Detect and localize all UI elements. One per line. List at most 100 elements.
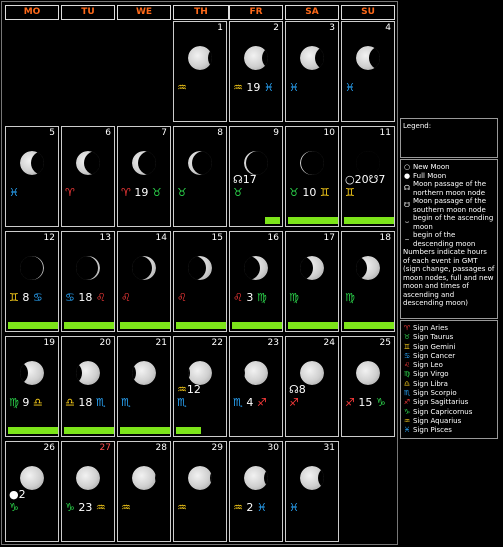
sign-event-label: ♈ [65, 186, 75, 199]
legend-sign: ♈ Sign Aries [403, 324, 495, 333]
day-number: 20 [99, 338, 111, 348]
day-number: 31 [323, 443, 335, 453]
day-number: 16 [267, 233, 279, 243]
sign-event-label: ♎ 18 ♏ [65, 396, 106, 409]
legend-item: ● Full Moon [403, 172, 495, 181]
sign-event-label: ♈ 19 ♉ [121, 186, 162, 199]
day-cell-10[interactable]: 10 ♉ 10 ♊ [285, 126, 339, 227]
zodiac-sign-icon: ♏ [403, 389, 411, 398]
day-number: 5 [49, 128, 55, 138]
legend-sign: ♓ Sign Pisces [403, 426, 495, 435]
day-cell-29[interactable]: 29 ♒ [173, 441, 227, 542]
moon-phase-icon [20, 151, 44, 175]
day-cell-25[interactable]: 25 ♐ 15 ♑ [341, 336, 395, 437]
day-cell-11[interactable]: 11 ○20☋7 ♊ [341, 126, 395, 227]
day-cell-18[interactable]: 18 ♍ [341, 231, 395, 332]
day-cell-9[interactable]: 9 ☊17 ♉ [229, 126, 283, 227]
day-number: 11 [379, 128, 391, 138]
ascending-moon-bar [176, 427, 201, 434]
day-cell-7[interactable]: 7 ♈ 19 ♉ [117, 126, 171, 227]
legend-sign-label: Sign Scorpio [413, 389, 457, 398]
day-cell-21[interactable]: 21 ♏ [117, 336, 171, 437]
day-cell-20[interactable]: 20 ♎ 18 ♏ [61, 336, 115, 437]
day-cell-26[interactable]: 26 ●2 ♑ [5, 441, 59, 542]
legend-item: ☊ Moon passage of the northern moon node [403, 180, 495, 197]
day-cell-3[interactable]: 3 ♓ [285, 21, 339, 122]
weekday-we: WE [117, 5, 171, 20]
legend-symbol-icon: ☊ [403, 184, 411, 193]
legend-sign-label: Sign Capricornus [413, 407, 473, 416]
day-cell-12[interactable]: 12 ♊ 8 ♋ [5, 231, 59, 332]
day-cell-14[interactable]: 14 ♌ [117, 231, 171, 332]
weekday-th: TH [173, 5, 229, 20]
sign-event-label: ♐ 15 ♑ [345, 396, 386, 409]
sign-event-label: ♑ [9, 501, 19, 514]
sign-event-label: ♍ [289, 291, 299, 304]
legend-sign: ♌ Sign Leo [403, 361, 495, 370]
day-number: 15 [211, 233, 223, 243]
day-cell-19[interactable]: 19 ♍ 9 ♎ [5, 336, 59, 437]
zodiac-sign-icon: ♎ [403, 379, 411, 388]
day-cell-1[interactable]: 1 ♒ [173, 21, 227, 122]
ascending-moon-bar [176, 322, 226, 329]
day-cell-15[interactable]: 15 ♌ [173, 231, 227, 332]
day-number: 9 [273, 128, 279, 138]
legend-symbol-icon: ☋ [403, 201, 411, 210]
day-cell-31[interactable]: 31 ♓ [285, 441, 339, 542]
weekday-mo: MO [5, 5, 59, 20]
day-cell-24[interactable]: 24 ☊8 ♐ [285, 336, 339, 437]
moon-phase-icon [300, 46, 324, 70]
day-cell-13[interactable]: 13 ♋ 18 ♌ [61, 231, 115, 332]
day-cell-16[interactable]: 16 ♌ 3 ♍ [229, 231, 283, 332]
moon-phase-icon [76, 151, 100, 175]
zodiac-sign-icon: ♓ [403, 426, 411, 435]
sign-event-label: ♏ [121, 396, 131, 409]
day-cell-28[interactable]: 28 ♒ [117, 441, 171, 542]
sign-event-label: ♒ 19 ♓ [233, 81, 274, 94]
sign-event-label: ♒ [121, 501, 131, 514]
sign-event-label: ♒ 2 ♓ [233, 501, 267, 514]
moon-phase-icon [132, 151, 156, 175]
moon-phase-icon [132, 256, 156, 280]
day-number: 26 [43, 443, 55, 453]
day-number: 8 [217, 128, 223, 138]
sign-event-label: ♉ [177, 186, 187, 199]
day-cell-23[interactable]: 23 ♏ 4 ♐ [229, 336, 283, 437]
moon-phase-icon [132, 361, 156, 385]
legend-sign-label: Sign Leo [413, 361, 443, 370]
legend-symbol-icon: ⌣ [404, 218, 410, 227]
day-number: 25 [379, 338, 391, 348]
day-cell-17[interactable]: 17 ♍ [285, 231, 339, 332]
day-cell-4[interactable]: 4 ♓ [341, 21, 395, 122]
ascending-moon-bar [64, 427, 114, 434]
sign-event-label: ♏ 4 ♐ [233, 396, 267, 409]
day-number: 3 [329, 23, 335, 33]
sign-event-label: ♋ 18 ♌ [65, 291, 106, 304]
day-cell-30[interactable]: 30 ♒ 2 ♓ [229, 441, 283, 542]
legend-item-label: New Moon [413, 163, 450, 171]
legend-sign-label: Sign Taurus [413, 333, 454, 342]
moon-phase-icon [188, 151, 212, 175]
legend-item: ○ New Moon [403, 163, 495, 172]
day-cell-27[interactable]: 27 ♑ 23 ♒ [61, 441, 115, 542]
day-number: 17 [323, 233, 335, 243]
moon-phase-icon [300, 361, 324, 385]
moon-phase-icon [20, 256, 44, 280]
moon-phase-icon [20, 466, 44, 490]
extra-event-label: ♒12 [177, 383, 201, 396]
day-cell-6[interactable]: 6 ♈ [61, 126, 115, 227]
moon-phase-icon [356, 256, 380, 280]
legend-item-label: Moon passage of the northern moon node [413, 180, 487, 197]
zodiac-sign-icon: ♋ [403, 351, 411, 360]
day-cell-8[interactable]: 8 ♉ [173, 126, 227, 227]
day-number: 12 [43, 233, 55, 243]
sign-event-label: ♑ 23 ♒ [65, 501, 106, 514]
weekday-sa: SA [285, 5, 339, 20]
day-cell-5[interactable]: 5 ♓ [5, 126, 59, 227]
moon-phase-icon [244, 46, 268, 70]
day-cell-22[interactable]: 22 ♒12 ♏ [173, 336, 227, 437]
legend-symbol-icon: ⌢ [404, 235, 410, 244]
day-cell-2[interactable]: 2 ♒ 19 ♓ [229, 21, 283, 122]
ascending-moon-bar [344, 322, 394, 329]
day-number: 29 [211, 443, 223, 453]
